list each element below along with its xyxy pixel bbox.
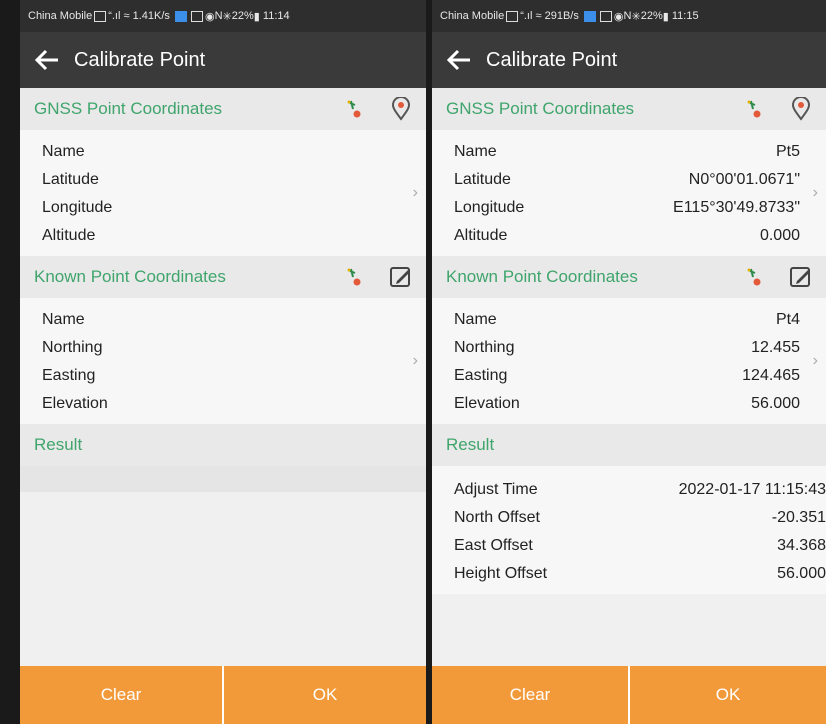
edit-icon[interactable] xyxy=(788,264,814,290)
gnss-section-header: GNSS Point Coordinates xyxy=(20,88,426,130)
gnss-row-latitude: Latitude xyxy=(42,171,99,188)
image-notification-icon xyxy=(599,10,612,22)
stakeout-point-icon[interactable] xyxy=(742,96,768,122)
bluetooth-icon: ✳ xyxy=(222,10,232,23)
gnss-header-label: GNSS Point Coordinates xyxy=(34,99,223,118)
result-row-north-offset: North Offset -20.351 xyxy=(454,509,826,526)
known-row-elevation: Elevation xyxy=(42,395,108,412)
app-bar: Calibrate Point xyxy=(432,32,826,88)
gnss-card[interactable]: Name Pt5 Latitude N0°00'01.0671" Longitude… xyxy=(432,130,826,256)
stakeout-point-icon[interactable] xyxy=(342,96,368,122)
ok-button[interactable]: OK xyxy=(630,666,826,724)
location-pin-icon[interactable] xyxy=(788,96,814,122)
screen-right: China Mobile “.ıl ≈ 291B/s ◉ N ✳ 22% ▮ 1… xyxy=(432,0,826,724)
gnss-row-name: Name Pt5 xyxy=(454,143,800,160)
battery-icon: ▮ xyxy=(253,10,260,23)
known-row-easting: Easting xyxy=(42,367,96,384)
screen-left: China Mobile “.ıl ≈ 1.41K/s ◉ N ✳ 22% ▮ … xyxy=(20,0,426,724)
eye-icon: ◉ xyxy=(613,10,624,23)
wifi-icon: ≈ xyxy=(535,10,542,22)
gnss-row-altitude: Altitude xyxy=(42,227,96,244)
carrier-label: China Mobile xyxy=(440,10,505,22)
clear-button[interactable]: Clear xyxy=(432,666,630,724)
known-row-elevation: Elevation 56.000 xyxy=(454,395,800,412)
clock: 11:14 xyxy=(262,10,290,22)
clock: 11:15 xyxy=(671,10,699,22)
gnss-row-longitude: Longitude xyxy=(42,199,113,216)
known-card[interactable]: Name Pt4 Northing 12.455 Easting 124.465 El… xyxy=(432,298,826,424)
gnss-row-latitude: Latitude N0°00'01.0671" xyxy=(454,171,800,188)
clear-button[interactable]: Clear xyxy=(20,666,224,724)
app-bar: Calibrate Point xyxy=(20,32,426,88)
known-row-northing: Northing 12.455 xyxy=(454,339,800,356)
eye-icon: ◉ xyxy=(204,10,215,23)
known-header-label: Known Point Coordinates xyxy=(446,267,638,286)
gnss-row-name: Name xyxy=(42,143,85,160)
wifi-icon: ≈ xyxy=(123,10,130,22)
battery-percent: 22% xyxy=(640,10,663,22)
result-row-height-offset: Height Offset 56.000 xyxy=(454,565,826,582)
bottom-buttons: Clear OK xyxy=(20,666,426,724)
back-arrow-icon[interactable] xyxy=(432,49,486,71)
page-title: Calibrate Point xyxy=(74,48,206,71)
gnss-row-altitude: Altitude 0.000 xyxy=(454,227,800,244)
signal-icon: “.ıl xyxy=(108,10,121,22)
result-row-east-offset: East Offset 34.368 xyxy=(454,537,826,554)
back-arrow-icon[interactable] xyxy=(20,49,74,71)
result-section-header: Result xyxy=(20,424,426,466)
result-section-header: Result xyxy=(432,424,826,466)
known-row-name: Name Pt4 xyxy=(454,311,800,328)
location-pin-icon[interactable] xyxy=(388,96,414,122)
battery-percent: 22% xyxy=(231,10,254,22)
known-section-header: Known Point Coordinates xyxy=(432,256,826,298)
gnss-row-longitude: Longitude E115°30'49.8733" xyxy=(454,199,800,216)
gnss-header-label: GNSS Point Coordinates xyxy=(446,99,635,118)
result-card: Adjust Time 2022-01-17 11:15:43 North Off… xyxy=(432,466,826,594)
chevron-right-icon[interactable]: › xyxy=(413,352,418,370)
edit-icon[interactable] xyxy=(388,264,414,290)
app-notification-icon xyxy=(174,10,187,22)
app-notification-icon xyxy=(583,10,596,22)
battery-icon: ▮ xyxy=(662,10,669,23)
status-bar: China Mobile “.ıl ≈ 291B/s ◉ N ✳ 22% ▮ 1… xyxy=(432,0,826,32)
bottom-buttons: Clear OK xyxy=(432,666,826,724)
status-bar: China Mobile “.ıl ≈ 1.41K/s ◉ N ✳ 22% ▮ … xyxy=(20,0,426,32)
result-header-label: Result xyxy=(446,435,495,454)
bluetooth-icon: ✳ xyxy=(631,10,641,23)
ok-button[interactable]: OK xyxy=(224,666,426,724)
sim-icon xyxy=(94,10,107,22)
known-row-name: Name xyxy=(42,311,85,328)
sim-icon xyxy=(506,10,519,22)
known-header-label: Known Point Coordinates xyxy=(34,267,226,286)
image-notification-icon xyxy=(190,10,203,22)
chevron-right-icon[interactable]: › xyxy=(413,184,418,202)
stakeout-point-icon[interactable] xyxy=(742,264,768,290)
known-row-easting: Easting 124.465 xyxy=(454,367,800,384)
result-row-adjust-time: Adjust Time 2022-01-17 11:15:43 xyxy=(454,481,826,498)
nfc-icon: N xyxy=(623,10,632,22)
known-row-northing: Northing xyxy=(42,339,103,356)
net-speed: 1.41K/s xyxy=(132,10,170,22)
page-title: Calibrate Point xyxy=(486,48,618,71)
known-card[interactable]: Name Northing Easting Elevation › xyxy=(20,298,426,424)
gnss-section-header: GNSS Point Coordinates xyxy=(432,88,826,130)
gnss-card[interactable]: Name Latitude Longitude Altitude › xyxy=(20,130,426,256)
carrier-label: China Mobile xyxy=(28,10,93,22)
chevron-right-icon[interactable]: › xyxy=(813,184,818,202)
net-speed: 291B/s xyxy=(544,10,579,22)
stakeout-point-icon[interactable] xyxy=(342,264,368,290)
signal-icon: “.ıl xyxy=(520,10,533,22)
chevron-right-icon[interactable]: › xyxy=(813,352,818,370)
result-card-empty xyxy=(20,466,426,492)
result-header-label: Result xyxy=(34,435,83,454)
known-section-header: Known Point Coordinates xyxy=(20,256,426,298)
nfc-icon: N xyxy=(214,10,223,22)
